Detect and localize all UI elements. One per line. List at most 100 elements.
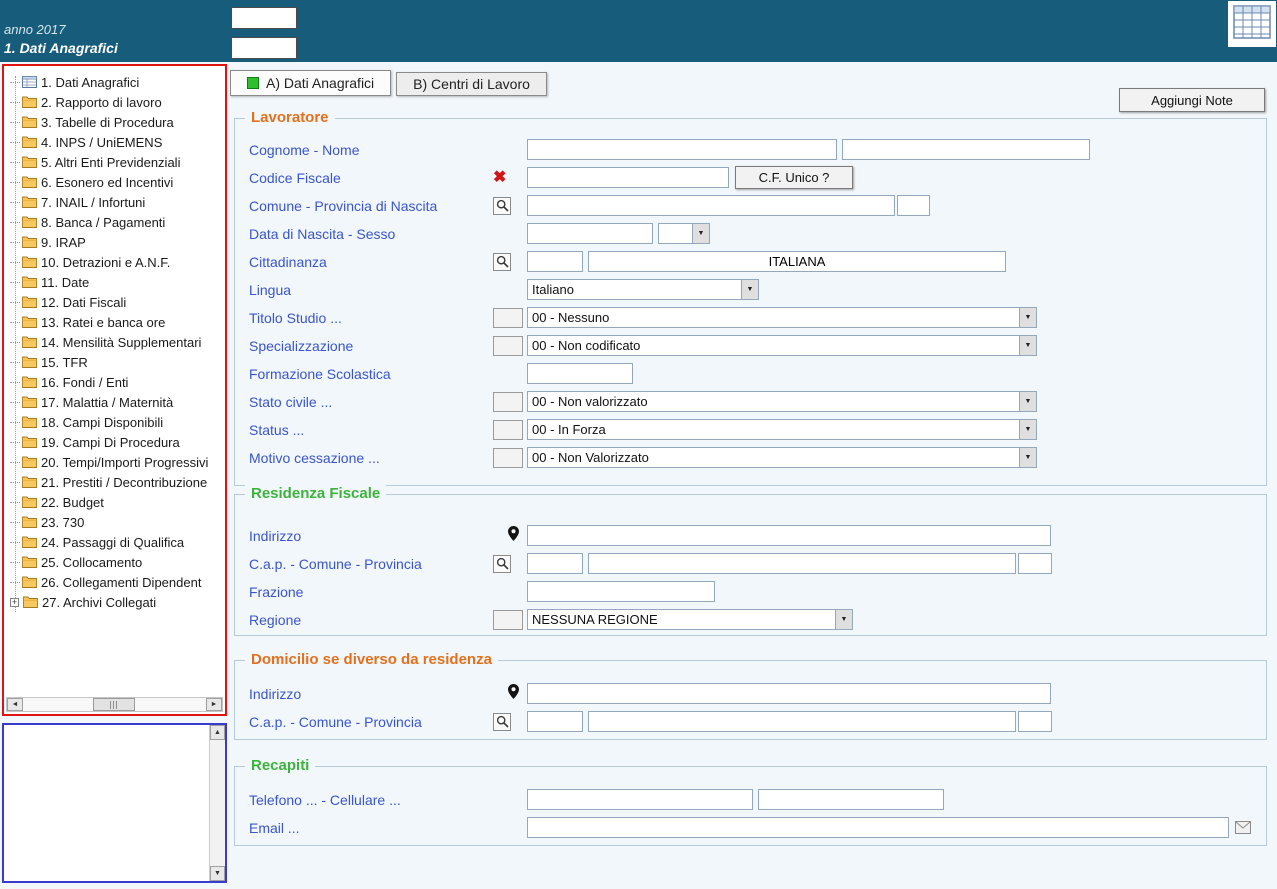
tree-connector: [10, 182, 20, 183]
scroll-down-icon[interactable]: ▼: [210, 866, 225, 881]
provincia-nascita-input[interactable]: [897, 195, 930, 216]
provincia-residenza-input[interactable]: [1018, 553, 1052, 574]
tree-connector: [10, 242, 20, 243]
table-icon: [1233, 5, 1271, 44]
header-code-input-2[interactable]: [231, 37, 297, 59]
sidebar-item[interactable]: 17. Malattia / Maternità: [4, 392, 225, 412]
sidebar-item[interactable]: 13. Ratei e banca ore: [4, 312, 225, 332]
sidebar-item[interactable]: 4. INPS / UniEMENS: [4, 132, 225, 152]
sidebar-item[interactable]: 1. Dati Anagrafici: [4, 72, 225, 92]
tree-connector: [10, 262, 20, 263]
sidebar-item-label: 6. Esonero ed Incentivi: [41, 175, 173, 190]
stato-civile-select[interactable]: 00 - Non valorizzato ▼: [527, 391, 1037, 412]
lingua-select[interactable]: Italiano ▼: [527, 279, 759, 300]
search-icon[interactable]: [493, 713, 511, 731]
select-value: 00 - Non codificato: [528, 336, 1019, 355]
select-value: Italiano: [528, 280, 741, 299]
select-value: 00 - Non valorizzato: [528, 392, 1019, 411]
provincia-domicilio-input[interactable]: [1018, 711, 1052, 732]
notes-vertical-scrollbar[interactable]: ▲ ▼: [209, 725, 225, 881]
cellulare-input[interactable]: [758, 789, 944, 810]
sidebar-item[interactable]: 11. Date: [4, 272, 225, 292]
sidebar-item-label: 2. Rapporto di lavoro: [41, 95, 162, 110]
sidebar-item[interactable]: 15. TFR: [4, 352, 225, 372]
folder-icon: [22, 336, 37, 348]
scrollbar-track[interactable]: [23, 698, 206, 711]
grid-view-button[interactable]: [1228, 1, 1276, 47]
regione-select[interactable]: NESSUNA REGIONE ▼: [527, 609, 853, 630]
aggiungi-note-button[interactable]: Aggiungi Note: [1119, 88, 1265, 112]
sidebar-item[interactable]: 16. Fondi / Enti: [4, 372, 225, 392]
tree-connector: [10, 102, 20, 103]
formazione-scolastica-input[interactable]: [527, 363, 633, 384]
section-legend: Domicilio se diverso da residenza: [245, 651, 498, 668]
scroll-left-icon[interactable]: ◄: [7, 698, 23, 711]
code-box: [493, 420, 523, 440]
sidebar-item[interactable]: 5. Altri Enti Previdenziali: [4, 152, 225, 172]
sidebar-item[interactable]: 19. Campi Di Procedura: [4, 432, 225, 452]
header-code-input-1[interactable]: [231, 7, 297, 29]
scrollbar-thumb[interactable]: [93, 698, 135, 711]
nome-input[interactable]: [842, 139, 1090, 160]
expand-plus-icon[interactable]: +: [10, 598, 19, 607]
email-input[interactable]: [527, 817, 1229, 838]
titolo-studio-select[interactable]: 00 - Nessuno ▼: [527, 307, 1037, 328]
comune-residenza-input[interactable]: [588, 553, 1016, 574]
indirizzo-residenza-input[interactable]: [527, 525, 1051, 546]
specializzazione-select[interactable]: 00 - Non codificato ▼: [527, 335, 1037, 356]
sidebar-item[interactable]: 9. IRAP: [4, 232, 225, 252]
sidebar-item[interactable]: 18. Campi Disponibili: [4, 412, 225, 432]
sidebar-item[interactable]: 25. Collocamento: [4, 552, 225, 572]
motivo-cessazione-select[interactable]: 00 - Non Valorizzato ▼: [527, 447, 1037, 468]
comune-nascita-input[interactable]: [527, 195, 895, 216]
row-titolo-studio: Titolo Studio ... 00 - Nessuno ▼: [249, 307, 1266, 328]
codice-fiscale-input[interactable]: [527, 167, 729, 188]
sidebar-item[interactable]: 2. Rapporto di lavoro: [4, 92, 225, 112]
sidebar-item[interactable]: 3. Tabelle di Procedura: [4, 112, 225, 132]
tree-horizontal-scrollbar[interactable]: ◄ ►: [6, 697, 223, 712]
header-year: anno 2017: [4, 22, 65, 37]
cognome-input[interactable]: [527, 139, 837, 160]
field-label: C.a.p. - Comune - Provincia: [249, 556, 493, 572]
tree-connector: [10, 482, 20, 483]
search-icon[interactable]: [493, 197, 511, 215]
field-label: Status ...: [249, 422, 493, 438]
tab-centri-di-lavoro[interactable]: B) Centri di Lavoro: [396, 72, 547, 96]
sidebar-item[interactable]: 14. Mensilità Supplementari: [4, 332, 225, 352]
sidebar-item[interactable]: 20. Tempi/Importi Progressivi: [4, 452, 225, 472]
data-nascita-input[interactable]: [527, 223, 653, 244]
chevron-down-icon: ▼: [692, 224, 709, 243]
sidebar-item[interactable]: 8. Banca / Pagamenti: [4, 212, 225, 232]
sidebar-item[interactable]: 22. Budget: [4, 492, 225, 512]
send-email-icon[interactable]: [1235, 821, 1251, 834]
sidebar-item[interactable]: 21. Prestiti / Decontribuzione: [4, 472, 225, 492]
sidebar-item[interactable]: 10. Detrazioni e A.N.F.: [4, 252, 225, 272]
cittadinanza-code-input[interactable]: [527, 251, 583, 272]
search-icon[interactable]: [493, 555, 511, 573]
frazione-input[interactable]: [527, 581, 715, 602]
comune-domicilio-input[interactable]: [588, 711, 1016, 732]
sidebar-item-label: 20. Tempi/Importi Progressivi: [41, 455, 208, 470]
sidebar-item[interactable]: 7. INAIL / Infortuni: [4, 192, 225, 212]
cf-unico-button[interactable]: C.F. Unico ?: [735, 166, 853, 189]
cap-residenza-input[interactable]: [527, 553, 583, 574]
sesso-select[interactable]: ▼: [658, 223, 710, 244]
search-icon[interactable]: [493, 253, 511, 271]
cap-domicilio-input[interactable]: [527, 711, 583, 732]
scroll-up-icon[interactable]: ▲: [210, 725, 225, 740]
sidebar-item[interactable]: 23. 730: [4, 512, 225, 532]
form-icon: [22, 76, 37, 88]
sidebar-item[interactable]: + 27. Archivi Collegati: [4, 592, 225, 612]
sidebar-item[interactable]: 24. Passaggi di Qualifica: [4, 532, 225, 552]
sidebar-item-label: 25. Collocamento: [41, 555, 142, 570]
telefono-input[interactable]: [527, 789, 753, 810]
sidebar-item[interactable]: 12. Dati Fiscali: [4, 292, 225, 312]
indirizzo-domicilio-input[interactable]: [527, 683, 1051, 704]
folder-icon: [22, 456, 37, 468]
sidebar-item[interactable]: 6. Esonero ed Incentivi: [4, 172, 225, 192]
notes-box[interactable]: ▲ ▼: [2, 723, 227, 883]
status-select[interactable]: 00 - In Forza ▼: [527, 419, 1037, 440]
scroll-right-icon[interactable]: ►: [206, 698, 222, 711]
tab-dati-anagrafici[interactable]: A) Dati Anagrafici: [230, 70, 391, 96]
sidebar-item[interactable]: 26. Collegamenti Dipendent: [4, 572, 225, 592]
